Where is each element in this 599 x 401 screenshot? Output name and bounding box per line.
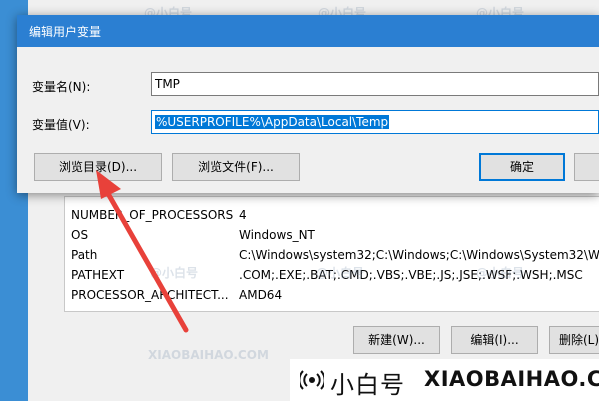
brand-name-en: XIAOBAIHAO.COM [424, 367, 599, 391]
broadcast-icon [300, 370, 324, 390]
brand-footer: 小白号 XIAOBAIHAO.COM [290, 359, 599, 401]
annotation-arrow [96, 170, 189, 333]
brand-name-cn: 小白号 [330, 371, 405, 399]
